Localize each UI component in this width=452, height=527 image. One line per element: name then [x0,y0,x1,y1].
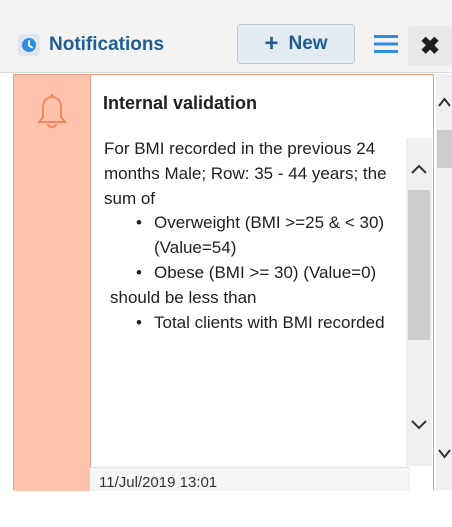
chevron-up-icon[interactable] [410,162,428,176]
notifications-brand: Notifications [18,31,164,59]
new-button-label: New [288,33,328,54]
message-condition: should be less than [110,287,257,307]
list-item: Overweight (BMI >=25 & < 30) (Value=54) [104,211,406,261]
plus-icon: + [264,30,279,57]
page-title: Notifications [49,34,165,55]
severity-strip [14,75,91,491]
notification-card: Internal validation For BMI recorded in … [13,74,434,491]
new-notification-button[interactable]: + New [237,24,355,64]
hamburger-icon[interactable] [373,33,399,55]
chevron-down-icon[interactable] [437,448,452,460]
panel-scrollbar-thumb[interactable] [437,130,452,168]
message-list: Overweight (BMI >=25 & < 30) (Value=54) … [104,211,406,285]
notification-timestamp: 11/Jul/2019 13:01 [90,467,410,491]
list-item: Obese (BMI >= 30) (Value=0) [104,261,406,286]
notification-badge-icon [18,34,40,56]
message-list-2: Total clients with BMI recorded [104,311,406,336]
notifications-toolbar: Notifications + New ✖ [0,0,452,73]
chevron-up-icon[interactable] [437,96,452,108]
list-item: Total clients with BMI recorded [104,311,406,336]
bell-icon [36,94,68,128]
chevron-down-icon[interactable] [410,418,428,432]
close-icon[interactable]: ✖ [408,26,452,66]
message-intro: For BMI recorded in the previous 24 mont… [104,139,387,208]
message-scrollbar-thumb[interactable] [408,190,430,340]
notification-title: Internal validation [103,93,258,113]
